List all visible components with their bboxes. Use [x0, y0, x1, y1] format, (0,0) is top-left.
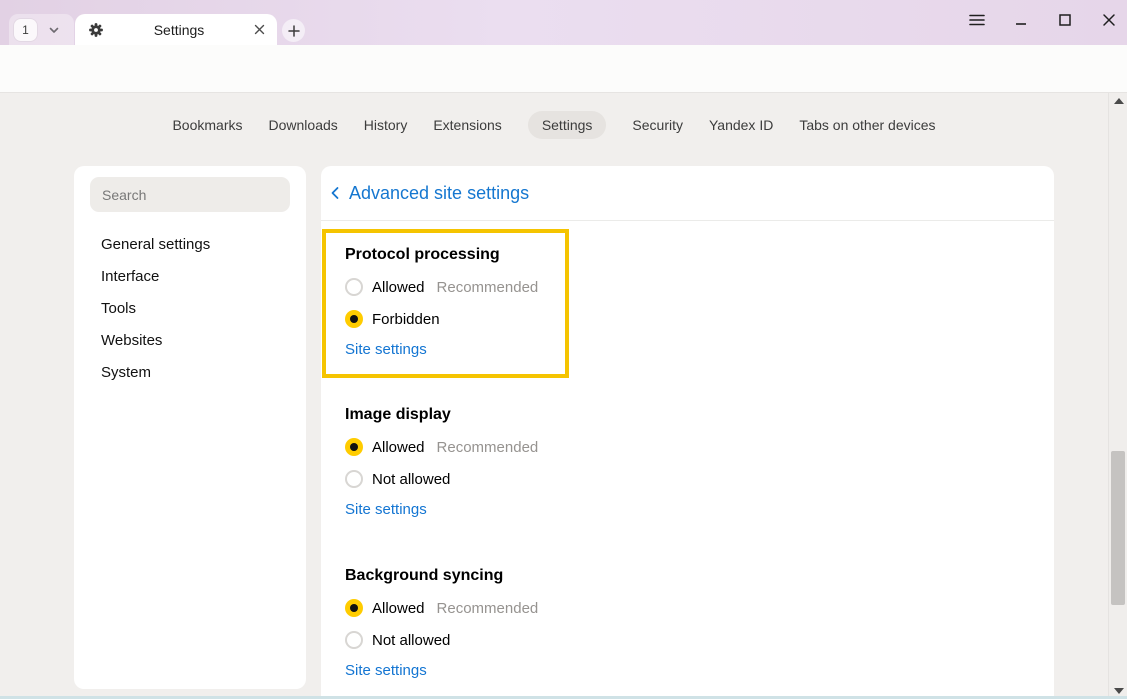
- top-nav-item[interactable]: Tabs on other devices: [799, 111, 935, 139]
- search-input[interactable]: [90, 177, 290, 212]
- vertical-scrollbar[interactable]: [1108, 93, 1127, 699]
- recommended-badge: Recommended: [437, 279, 539, 296]
- tab-count-badge[interactable]: 1: [14, 19, 37, 41]
- window-close-icon[interactable]: [1101, 12, 1117, 28]
- settings-top-nav: Bookmarks Downloads History Extensions S…: [0, 110, 1108, 140]
- settings-sidebar: General settings Interface Tools Website…: [74, 166, 306, 689]
- sidebar-item[interactable]: General settings: [74, 229, 306, 261]
- browser-toolbar: Y settings Settings: [0, 45, 1127, 93]
- section-background-syncing: Background syncing Allowed Recommended N…: [345, 567, 1054, 680]
- browser-tab-settings[interactable]: Settings: [75, 14, 277, 45]
- gear-icon: [88, 22, 104, 38]
- radio-button[interactable]: [345, 470, 363, 488]
- radio-option-not-allowed[interactable]: Not allowed: [345, 624, 1054, 656]
- site-settings-link[interactable]: Site settings: [345, 663, 427, 679]
- radio-label: Not allowed: [372, 471, 450, 488]
- tab-close-icon[interactable]: [254, 24, 265, 35]
- radio-label: Forbidden: [372, 311, 440, 328]
- radio-button[interactable]: [345, 310, 363, 328]
- window-titlebar: 1 Settings: [0, 0, 1127, 45]
- tab-group-pill[interactable]: 1: [9, 14, 74, 45]
- radio-label: Not allowed: [372, 632, 450, 649]
- site-settings-link[interactable]: Site settings: [345, 342, 427, 358]
- scroll-up-arrow-icon[interactable]: [1114, 98, 1124, 104]
- sidebar-item[interactable]: Tools: [74, 293, 306, 325]
- window-menu-icon[interactable]: [969, 12, 985, 28]
- recommended-badge: Recommended: [437, 600, 539, 617]
- section-title: Protocol processing: [345, 246, 565, 263]
- radio-option-allowed[interactable]: Allowed Recommended: [345, 271, 565, 303]
- sidebar-item[interactable]: Websites: [74, 325, 306, 357]
- window-maximize-icon[interactable]: [1057, 12, 1073, 28]
- radio-button[interactable]: [345, 278, 363, 296]
- recommended-badge: Recommended: [437, 439, 539, 456]
- radio-label: Allowed: [372, 279, 425, 296]
- radio-button[interactable]: [345, 599, 363, 617]
- radio-button[interactable]: [345, 631, 363, 649]
- settings-main-panel: Advanced site settings Protocol processi…: [321, 166, 1054, 699]
- advanced-settings-header[interactable]: Advanced site settings: [321, 166, 1054, 221]
- new-tab-button[interactable]: [282, 19, 305, 42]
- top-nav-item[interactable]: Settings: [528, 111, 607, 139]
- chevron-down-icon[interactable]: [47, 23, 61, 37]
- sidebar-list: General settings Interface Tools Website…: [74, 229, 306, 389]
- section-protocol-processing: Protocol processing Allowed Recommended …: [322, 229, 569, 378]
- section-image-display: Image display Allowed Recommended Not al…: [345, 406, 1054, 519]
- sidebar-item[interactable]: Interface: [74, 261, 306, 293]
- window-minimize-icon[interactable]: [1013, 12, 1029, 28]
- scrollbar-thumb[interactable]: [1111, 451, 1125, 605]
- top-nav-item[interactable]: Downloads: [269, 111, 338, 139]
- top-nav-item[interactable]: Bookmarks: [172, 111, 242, 139]
- top-nav-item[interactable]: History: [364, 111, 408, 139]
- radio-label: Allowed: [372, 439, 425, 456]
- sidebar-item[interactable]: System: [74, 357, 306, 389]
- site-settings-link[interactable]: Site settings: [345, 502, 427, 518]
- radio-option-allowed[interactable]: Allowed Recommended: [345, 592, 1054, 624]
- top-nav-item[interactable]: Security: [632, 111, 683, 139]
- page-section-title[interactable]: Advanced site settings: [349, 183, 529, 204]
- radio-button[interactable]: [345, 438, 363, 456]
- tab-title: Settings: [104, 22, 254, 38]
- radio-option-forbidden[interactable]: Forbidden: [345, 303, 565, 335]
- radio-option-allowed[interactable]: Allowed Recommended: [345, 431, 1054, 463]
- settings-page: Bookmarks Downloads History Extensions S…: [0, 93, 1127, 699]
- scroll-down-arrow-icon[interactable]: [1114, 688, 1124, 694]
- radio-option-not-allowed[interactable]: Not allowed: [345, 463, 1054, 495]
- section-title: Image display: [345, 406, 1054, 423]
- section-title: Background syncing: [345, 567, 1054, 584]
- radio-label: Allowed: [372, 600, 425, 617]
- back-chevron-icon[interactable]: [328, 185, 342, 201]
- top-nav-item[interactable]: Yandex ID: [709, 111, 773, 139]
- top-nav-item[interactable]: Extensions: [433, 111, 501, 139]
